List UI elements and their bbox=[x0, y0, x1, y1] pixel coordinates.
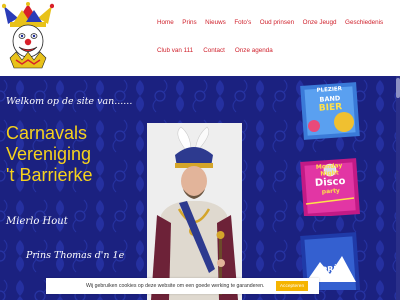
club-name-line-2: Vereniging bbox=[6, 144, 92, 164]
flyer-2-caption: Monday Night Disco party bbox=[299, 162, 361, 197]
nav-oud-prinsen[interactable]: Oud prinsen bbox=[260, 19, 294, 26]
nav-home[interactable]: Home bbox=[157, 19, 174, 26]
club-name: Carnavals Vereniging 't Barrierke bbox=[6, 123, 146, 186]
site-header: Home Prins Nieuws Foto's Oud prinsen Onz… bbox=[0, 0, 400, 76]
location-text: Mierlo Hout bbox=[6, 216, 68, 227]
jester-logo[interactable] bbox=[2, 2, 54, 72]
scrollbar-thumb[interactable] bbox=[396, 78, 400, 98]
cookie-consent-bar: Wij gebruiken cookies op deze website om… bbox=[46, 278, 319, 294]
main-nav-row-1: Home Prins Nieuws Foto's Oud prinsen Onz… bbox=[157, 19, 392, 26]
nav-geschiedenis[interactable]: Geschiedenis bbox=[345, 19, 383, 26]
hero-section: Welkom op de site van...... Carnavals Ve… bbox=[0, 76, 400, 300]
cookie-message: Wij gebruiken cookies op deze website om… bbox=[86, 283, 265, 289]
nav-club-van-111[interactable]: Club van 111 bbox=[157, 47, 193, 54]
accept-cookies-button[interactable]: Accepteren bbox=[276, 281, 308, 291]
nav-onze-agenda[interactable]: Onze agenda bbox=[235, 47, 273, 54]
club-name-line-3: 't Barrierke bbox=[6, 165, 93, 185]
nav-prins[interactable]: Prins bbox=[182, 19, 196, 26]
nav-nieuws[interactable]: Nieuws bbox=[205, 19, 226, 26]
flyer-1-caption: PLEZIER BAND BIER bbox=[299, 86, 361, 115]
club-name-line-1: Carnavals bbox=[6, 123, 88, 143]
nav-fotos[interactable]: Foto's bbox=[234, 19, 251, 26]
nav-onze-jeugd[interactable]: Onze Jeugd bbox=[303, 19, 337, 26]
prince-name: Prins Thomas d'n 1e bbox=[26, 250, 125, 261]
page-scrollbar[interactable] bbox=[396, 76, 400, 300]
welcome-heading: Welkom op de site van...... bbox=[6, 96, 133, 107]
main-nav-row-2: Club van 111 Contact Onze agenda bbox=[157, 47, 283, 54]
prince-photo bbox=[147, 123, 242, 300]
nav-contact[interactable]: Contact bbox=[203, 47, 225, 54]
